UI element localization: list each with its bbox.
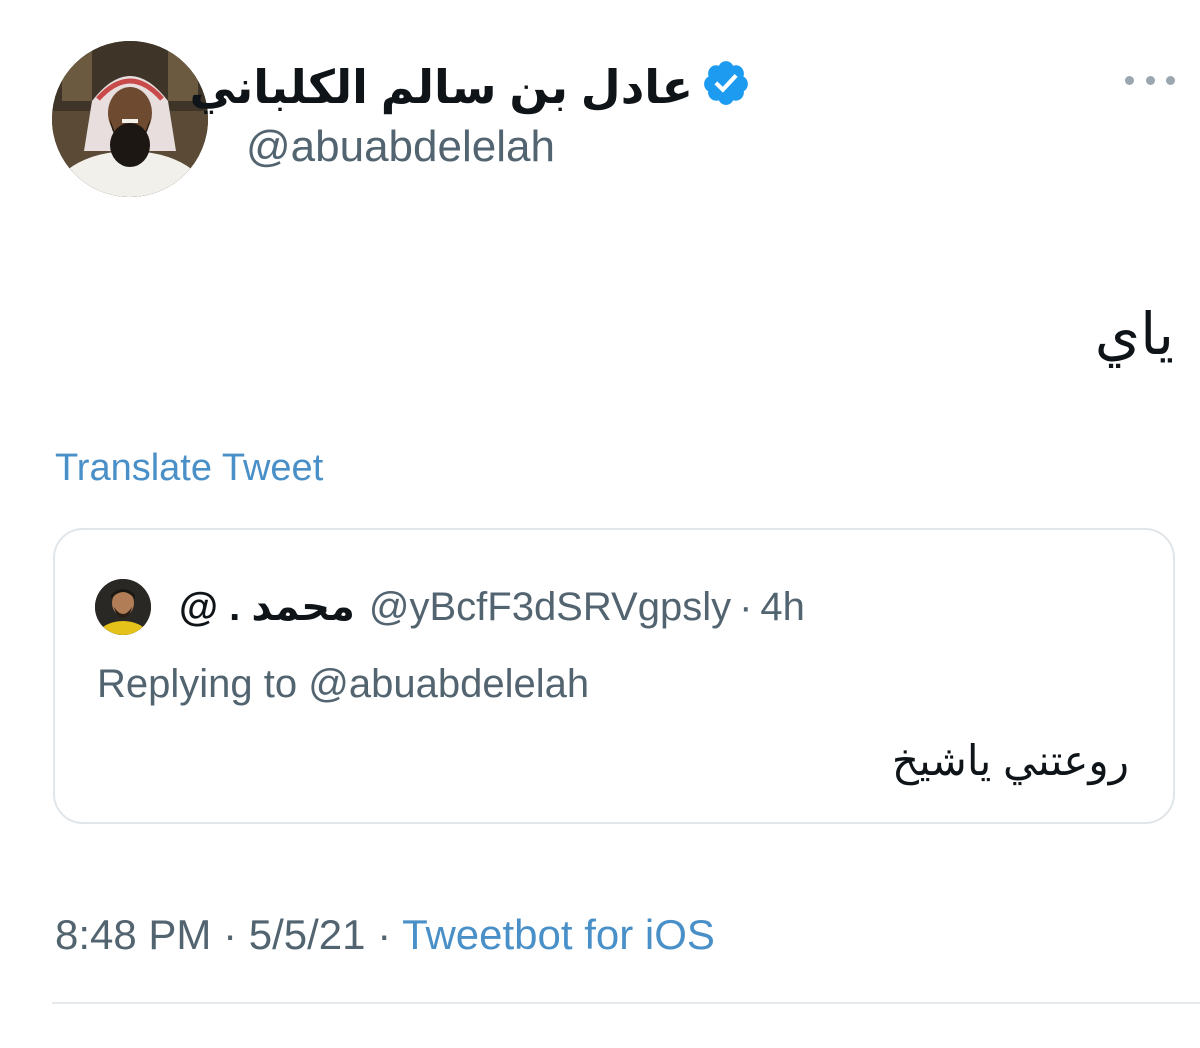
replying-prefix: Replying to [97,662,309,706]
quoted-tweet-card[interactable]: محمد . @ @yBcfF3dSRVgpsly · 4h Replying … [53,528,1175,824]
author-display-name[interactable]: عادل بن سالم الكلباني [189,60,693,114]
tweet-meta: 8:48 PM · 5/5/21 · Tweetbot for iOS [55,910,715,960]
more-dot [1166,75,1175,85]
separator-dot: · [739,585,753,629]
quoted-display-name[interactable]: محمد . @ [179,582,355,632]
more-dot [1145,75,1155,85]
more-dot [1125,75,1134,85]
translate-tweet-link[interactable]: Translate Tweet [55,446,323,490]
quoted-tweet-text: روعتني ياشيخ [891,737,1129,784]
profile-photo-icon [95,579,151,635]
replying-mention[interactable]: @abuabdelelah [308,662,589,706]
more-options-icon[interactable] [1125,65,1175,95]
quoted-header: محمد . @ @yBcfF3dSRVgpsly · 4h [179,582,805,632]
verified-badge-icon [704,61,748,105]
separator-dot: · [211,911,249,958]
tweet-time[interactable]: 8:48 PM [55,911,211,958]
author-handle[interactable]: @abuabdelelah [246,122,555,172]
profile-photo-icon [52,41,208,197]
replying-to-line: Replying to @abuabdelelah [97,660,589,708]
tweet-detail: عادل بن سالم الكلباني @abuabdelelah ياي … [0,0,1200,1048]
quoted-author-avatar[interactable] [95,579,151,635]
tweet-date[interactable]: 5/5/21 [249,911,366,958]
tweet-text: ياي [1094,302,1174,367]
quoted-timestamp[interactable]: 4h [760,582,805,632]
tweet-source-link[interactable]: Tweetbot for iOS [402,911,715,958]
author-avatar[interactable] [52,41,208,197]
divider [52,1002,1200,1004]
separator-dot: · [365,911,403,958]
quoted-handle[interactable]: @yBcfF3dSRVgpsly [369,582,731,632]
